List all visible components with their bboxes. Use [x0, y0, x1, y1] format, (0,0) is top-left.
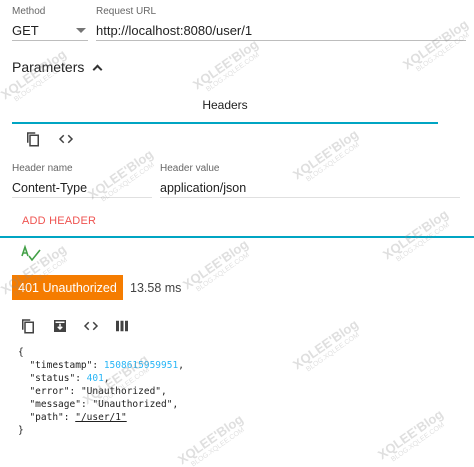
url-input[interactable]	[96, 21, 466, 41]
json-comma: ,	[103, 373, 110, 384]
watermark-title: XQLEE'Blog	[175, 411, 246, 467]
url-field: Request URL	[96, 6, 466, 41]
header-value-field: Header value	[160, 163, 460, 198]
add-header-button[interactable]: ADD HEADER	[22, 215, 96, 227]
method-field: Method GET	[12, 6, 88, 41]
watermark: XQLEE'Blog BLOG.XQLEE.COM	[180, 236, 255, 298]
watermark-subtitle: BLOG.XQLEE.COM	[205, 51, 261, 94]
json-value: "Unauthorized"	[80, 386, 162, 397]
json-path-link[interactable]: "/user/1"	[75, 412, 126, 423]
response-time: 13.58 ms	[130, 281, 182, 295]
method-select[interactable]: GET	[12, 21, 88, 41]
copy-icon	[22, 319, 34, 334]
watermark-title: XQLEE'Blog	[180, 236, 251, 293]
watermark-subtitle: BLOG.XQLEE.COM	[395, 221, 451, 264]
json-key: "message"	[29, 399, 81, 410]
tab-headers[interactable]: Headers	[12, 88, 438, 122]
header-value-label: Header value	[160, 163, 220, 174]
watermark-title: XQLEE'Blog	[290, 316, 361, 373]
json-line: "error": "Unauthorized",	[29, 386, 167, 397]
tab-indicator	[12, 122, 438, 124]
header-name-field: Header name	[12, 163, 152, 198]
method-label: Method	[12, 6, 46, 17]
header-name-label: Header name	[12, 163, 73, 174]
header-value-input[interactable]	[160, 178, 460, 198]
copy-response-button[interactable]	[16, 314, 40, 338]
watermark: XQLEE'Blog BLOG.XQLEE.COM	[375, 406, 450, 467]
json-value: 1508615959951	[103, 360, 179, 371]
parameters-toggle[interactable]: Parameters	[12, 58, 103, 76]
parameters-label: Parameters	[12, 59, 85, 75]
json-line: "message": "Unauthorized",	[29, 399, 179, 410]
json-line: "path": "/user/1"	[29, 412, 127, 423]
watermark: XQLEE'Blog BLOG.XQLEE.COM	[175, 411, 250, 467]
url-label: Request URL	[96, 6, 157, 17]
download-response-button[interactable]	[48, 314, 72, 338]
rest-client-panel: Method GET Request URL Parameters Header…	[0, 0, 474, 467]
watermark: XQLEE'Blog BLOG.XQLEE.COM	[290, 316, 365, 378]
json-key: "error"	[29, 386, 70, 397]
json-comma: ,	[161, 386, 167, 397]
copy-headers-button[interactable]	[21, 127, 45, 151]
chevron-up-icon	[92, 64, 103, 74]
status-badge: 401 Unauthorized	[12, 275, 123, 300]
code-view-button[interactable]	[54, 127, 78, 151]
json-close-brace: }	[18, 425, 24, 436]
copy-icon	[27, 132, 39, 147]
json-comma: ,	[178, 360, 184, 371]
json-line: "status": 401,	[29, 373, 110, 384]
download-icon	[54, 320, 66, 332]
watermark-title: XQLEE'Blog	[190, 36, 261, 93]
code-icon	[83, 321, 99, 331]
method-value: GET	[12, 23, 39, 38]
json-key: "timestamp"	[29, 360, 93, 371]
response-body: { "timestamp": 1508615959951, "status": …	[18, 346, 184, 437]
json-comma: ,	[172, 399, 179, 410]
json-value: 401	[86, 373, 104, 384]
json-open-brace: {	[18, 347, 24, 358]
header-name-input[interactable]	[12, 178, 152, 198]
watermark-subtitle: BLOG.XQLEE.COM	[190, 426, 246, 467]
code-icon	[58, 134, 74, 144]
json-line: "timestamp": 1508615959951,	[29, 360, 184, 371]
columns-icon	[116, 320, 128, 332]
tabs-bar: Headers	[12, 88, 438, 124]
columns-view-button[interactable]	[110, 314, 134, 338]
code-response-button[interactable]	[79, 314, 103, 338]
section-divider	[0, 236, 474, 238]
dropdown-arrow-icon	[76, 28, 86, 33]
json-key: "status"	[29, 373, 76, 384]
watermark-subtitle: BLOG.XQLEE.COM	[305, 331, 361, 374]
json-value: "Unauthorized"	[92, 399, 173, 410]
watermark-subtitle: BLOG.XQLEE.COM	[195, 251, 251, 294]
spellcheck-icon[interactable]	[20, 244, 42, 262]
json-key: "path"	[29, 412, 64, 423]
watermark-title: XQLEE'Blog	[380, 206, 451, 263]
watermark-subtitle: BLOG.XQLEE.COM	[390, 421, 446, 464]
watermark-title: XQLEE'Blog	[375, 406, 446, 463]
